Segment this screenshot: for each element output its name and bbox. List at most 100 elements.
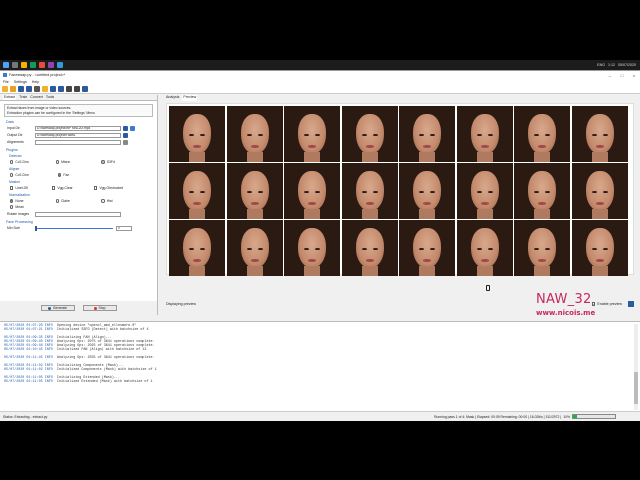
browse-folder-icon[interactable] xyxy=(123,132,128,138)
min-size-value[interactable]: 0 xyxy=(116,225,132,231)
detector-option[interactable]: Mtcnn xyxy=(55,160,102,164)
normalization-option[interactable]: Mean xyxy=(10,205,58,209)
slider-handle[interactable] xyxy=(35,225,37,231)
app-icon[interactable] xyxy=(48,62,54,68)
aligner-options: Cv2-Dnn Fan xyxy=(10,172,147,178)
radio-icon xyxy=(101,199,105,203)
log-scrollbar[interactable] xyxy=(634,324,638,410)
browse-video-icon[interactable] xyxy=(130,125,135,131)
tab-extract[interactable]: Extract xyxy=(3,95,17,100)
masker-option[interactable]: Vgg-Clear xyxy=(52,186,94,190)
normalization-options-2: Mean xyxy=(10,204,147,210)
save-preview-icon[interactable] xyxy=(628,301,634,307)
browse-folder-icon[interactable] xyxy=(123,125,128,131)
progress-percent: 10% xyxy=(563,414,570,419)
command-tabs: Extract Train Convert Tools xyxy=(0,95,157,101)
tray-language[interactable]: ENG xyxy=(597,63,605,67)
save-as-icon[interactable] xyxy=(26,86,32,92)
log-message: Analyzing Ops: 2555 of 3641 operations c… xyxy=(56,356,155,360)
scrollbar-thumb[interactable] xyxy=(634,372,638,404)
preview-face-thumbnail xyxy=(284,220,340,276)
normalization-option[interactable]: Clahe xyxy=(55,199,102,203)
menu-file[interactable]: File xyxy=(3,80,9,84)
watermark-title: NAW_32 xyxy=(536,292,592,307)
preview-face-thumbnail xyxy=(514,106,570,162)
save-project-icon[interactable] xyxy=(18,86,24,92)
status-text: Status: Extracting - extract.py xyxy=(3,414,48,419)
new-project-icon[interactable] xyxy=(2,86,8,92)
save-task-icon[interactable] xyxy=(50,86,56,92)
detector-option[interactable]: Cv2-Dnn xyxy=(10,160,56,164)
alignments-row: Alignments xyxy=(7,139,150,145)
toolbar xyxy=(0,85,640,94)
faceswap-window: Faceswap.py - <untitled project>* – □ × … xyxy=(0,70,640,421)
chrome-icon[interactable] xyxy=(30,62,36,68)
preview-face-thumbnail xyxy=(341,163,398,219)
menu-help[interactable]: Help xyxy=(32,80,39,84)
preview-face-thumbnail xyxy=(571,106,628,162)
generate-button[interactable]: Generate xyxy=(40,305,75,311)
display-panel: Analysis Preview Displaying preview ✓ En… xyxy=(162,95,640,315)
settings-icon[interactable] xyxy=(82,86,88,92)
open-project-icon[interactable] xyxy=(10,86,16,92)
rotate-row: Rotate Images xyxy=(7,211,150,217)
preview-face-thumbnail xyxy=(169,163,225,219)
generate-label: Generate xyxy=(52,306,68,310)
preview-face-thumbnail xyxy=(169,220,225,276)
detector-title: Detector xyxy=(9,154,22,159)
tray-clock-time[interactable]: 1:12 xyxy=(608,63,615,67)
log-message: Initialized S3FD (Detect) with batchsize… xyxy=(56,328,149,332)
normalization-option[interactable]: Hist xyxy=(101,199,147,203)
log-message: Initialized FAN (Align) with batchsize o… xyxy=(56,348,147,352)
masker-option[interactable]: Unet-Dfl xyxy=(10,186,52,190)
preview-face-thumbnail xyxy=(456,106,513,162)
app-icon[interactable] xyxy=(39,62,45,68)
log-timestamp: 05/07/2020 01:11:02 INFO xyxy=(4,368,53,372)
open-task-icon[interactable] xyxy=(42,86,48,92)
log-message: Initialized Extended (Mask) with batchsi… xyxy=(56,380,153,384)
input-dir-label: Input Dir xyxy=(7,126,20,131)
input-dir-field[interactable]: D:/faceswap-project/WP MNL2Lr.mp4 xyxy=(35,125,121,131)
output-dir-field[interactable]: D:/faceswap-project/FaceA xyxy=(35,132,121,138)
minimize-button[interactable]: – xyxy=(604,73,616,78)
normalization-option[interactable]: None xyxy=(10,199,56,203)
start-icon[interactable] xyxy=(3,62,9,68)
preview-face-thumbnail xyxy=(284,106,340,162)
stop-button[interactable]: Stop xyxy=(82,305,117,311)
tab-preview[interactable]: Preview xyxy=(182,95,198,101)
watermark-url: www.nicois.me xyxy=(536,309,596,317)
search-icon[interactable] xyxy=(12,62,18,68)
tray-clock-date[interactable]: 05/07/2020 xyxy=(618,63,636,67)
tab-train[interactable]: Train xyxy=(19,95,27,100)
menu-settings[interactable]: Settings xyxy=(14,80,27,84)
close-button[interactable]: × xyxy=(628,73,640,78)
masker-options: Unet-Dfl Vgg-Clear Vgg-Obstructed xyxy=(10,185,147,191)
aligner-option[interactable]: Fan xyxy=(58,173,106,177)
app-icon[interactable] xyxy=(57,62,63,68)
detector-option[interactable]: S3Fd xyxy=(101,160,147,164)
options-panel: Extract Train Convert Tools Extract face… xyxy=(0,95,158,315)
tab-tools[interactable]: Tools xyxy=(46,95,54,100)
reload-icon[interactable] xyxy=(34,86,40,92)
plugins-section-title: Plugins xyxy=(6,148,18,153)
log-lines: 05/07/2020 01:07:20 INFO Opening device … xyxy=(4,324,636,384)
save-task-as-icon[interactable] xyxy=(58,86,64,92)
min-size-slider[interactable] xyxy=(35,225,113,231)
screen: ENG 1:12 05/07/2020 Faceswap.py - <untit… xyxy=(0,0,640,480)
masker-title: Masker xyxy=(9,180,21,185)
masker-option[interactable]: Vgg-Obstructed xyxy=(94,186,136,190)
browse-file-icon[interactable] xyxy=(123,139,128,145)
explorer-icon[interactable] xyxy=(21,62,27,68)
maximize-button[interactable]: □ xyxy=(616,73,628,78)
aligner-option[interactable]: Cv2-Dnn xyxy=(10,173,58,177)
min-size-row: Min Size 0 xyxy=(7,225,150,231)
tab-analysis[interactable]: Analysis xyxy=(166,95,179,101)
alignments-field[interactable] xyxy=(35,139,121,145)
rotate-field[interactable] xyxy=(35,211,121,217)
radio-selected-icon xyxy=(10,199,14,203)
tab-convert[interactable]: Convert xyxy=(30,95,43,100)
reset-icon[interactable] xyxy=(66,86,72,92)
clear-icon[interactable] xyxy=(74,86,80,92)
detector-options: Cv2-Dnn Mtcnn S3Fd xyxy=(10,159,147,165)
face-processing-title: Face Processing xyxy=(6,220,33,225)
